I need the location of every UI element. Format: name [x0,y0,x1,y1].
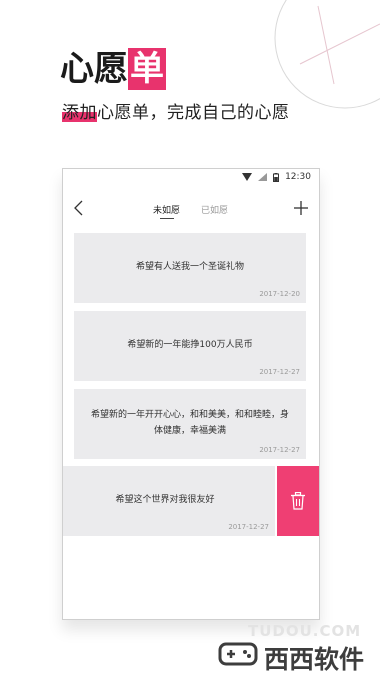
watermark: TUDOU.COM 西西软件 [218,622,378,674]
status-bar: 12:30 [63,169,319,187]
wish-date: 2017-12-20 [259,290,300,298]
watermark-text: 西西软件 [264,645,365,674]
promo-subtitle-rest: 心愿单，完成自己的心愿 [97,103,290,123]
wish-date: 2017-12-27 [259,446,300,454]
trash-icon [291,492,305,510]
wish-text: 希望新的一年能挣100万人民币 [127,340,253,350]
wifi-icon [242,173,253,181]
signal-icon [258,173,268,181]
watermark-site: TUDOU.COM [248,622,362,640]
wish-card[interactable]: 希望新的一年能挣100万人民币 2017-12-27 [74,311,306,381]
promo-subtitle: 添加心愿单，完成自己的心愿 [62,98,290,123]
battery-icon [273,172,280,182]
wish-date: 2017-12-27 [259,368,300,376]
add-icon[interactable] [291,197,311,219]
wish-text: 希望有人送我一个圣诞礼物 [135,262,244,272]
status-time: 12:30 [285,172,311,182]
promo-title-accent: 单 [128,48,166,90]
wish-date: 2017-12-27 [228,523,269,531]
delete-button[interactable] [277,466,319,536]
nav-bar: 未如愿 已如愿 [63,195,319,223]
wish-text: 希望新的一年开开心心，和和美美，和和睦睦，身体健康，幸福美满 [90,410,289,436]
promo-subtitle-highlight: 添加 [62,98,97,123]
tab-active-indicator [160,218,174,219]
wish-card[interactable]: 希望有人送我一个圣诞礼物 2017-12-20 [74,233,306,303]
wish-card[interactable]: 希望新的一年开开心心，和和美美，和和睦睦，身体健康，幸福美满 2017-12-2… [74,389,306,459]
wish-card-swiped[interactable]: 希望这个世界对我很友好 2017-12-27 [63,466,275,536]
wish-text: 希望这个世界对我很友好 [115,495,215,505]
promo-title: 心愿单 [60,48,166,90]
phone-screen: 12:30 未如愿 已如愿 希望有人送我一个圣诞礼物 2017-12-20 希望… [62,168,320,620]
gamepad-icon [218,642,258,666]
back-icon[interactable] [71,197,89,219]
tab-fulfilled[interactable]: 已如愿 [201,203,228,216]
tab-unfulfilled[interactable]: 未如愿 [153,203,180,216]
promo-title-plain: 心愿 [60,49,128,89]
